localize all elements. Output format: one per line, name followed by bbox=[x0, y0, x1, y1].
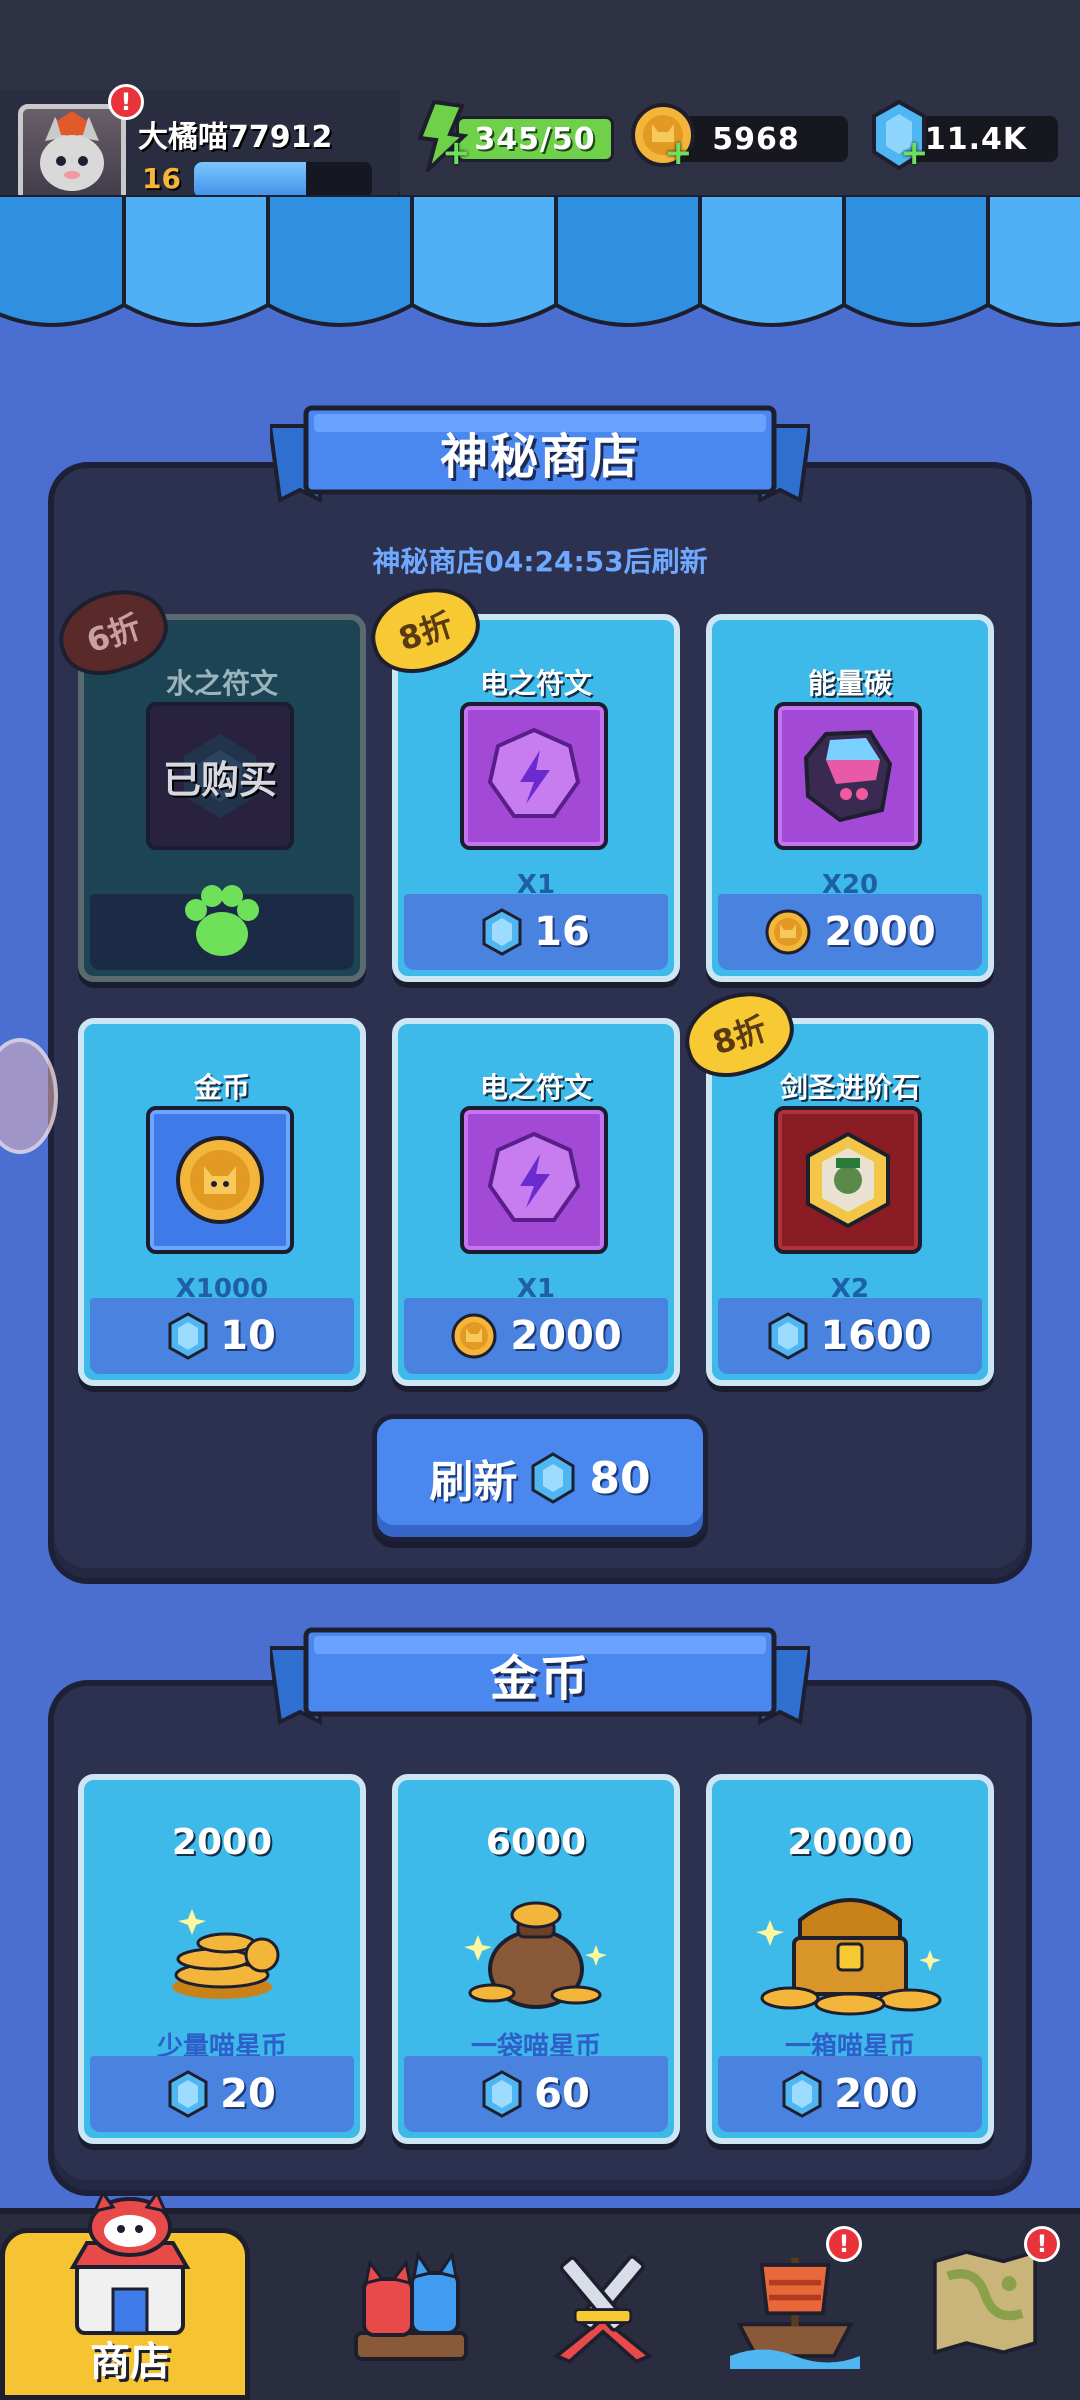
item-price: 10 bbox=[220, 1313, 276, 1359]
add-gems-button[interactable]: + bbox=[900, 136, 929, 170]
shop-item-card[interactable]: 金币 X1000 10 bbox=[78, 1018, 366, 1386]
item-title: 能量碳 bbox=[807, 667, 892, 700]
gem-icon bbox=[482, 2070, 522, 2118]
price-bar: 20 bbox=[90, 2056, 354, 2132]
price-bar: 60 bbox=[404, 2056, 668, 2132]
gem-icon bbox=[782, 2070, 822, 2118]
battle-swords-icon bbox=[552, 2255, 654, 2364]
cats-team-icon bbox=[354, 2251, 468, 2361]
price-bar bbox=[90, 885, 354, 970]
mystery-shop-title: 神秘商店 bbox=[439, 429, 640, 485]
add-coins-button[interactable]: + bbox=[664, 136, 693, 170]
awning-stripe bbox=[122, 195, 270, 327]
item-image-box bbox=[774, 1106, 922, 1254]
awning-stripe bbox=[266, 195, 414, 327]
gem-icon bbox=[768, 1312, 808, 1360]
sold-label: 已购买 bbox=[150, 706, 290, 846]
pirate-ship-alert-badge: ! bbox=[826, 2226, 862, 2262]
shop-item-card[interactable]: 剑圣进阶石 X2 1600 bbox=[706, 1018, 994, 1386]
item-image-box bbox=[460, 1106, 608, 1254]
coin-icon bbox=[451, 1313, 497, 1359]
price-bar: 10 bbox=[90, 1298, 354, 1374]
nav-cats-team-tab[interactable] bbox=[346, 2234, 476, 2374]
energy-carbon-icon bbox=[803, 729, 893, 823]
item-image-box bbox=[146, 1106, 294, 1254]
gem-icon bbox=[482, 908, 522, 956]
item-price: 16 bbox=[534, 909, 590, 955]
awning-stripe bbox=[986, 195, 1080, 327]
player-avatar[interactable] bbox=[18, 104, 126, 208]
refresh-label: 刷新 bbox=[429, 1457, 518, 1508]
pack-art bbox=[84, 1880, 360, 2020]
item-image-box bbox=[460, 702, 608, 850]
coin-pack-card[interactable]: 6000 一袋喵星币 60 bbox=[392, 1774, 680, 2144]
refresh-cost: 80 bbox=[589, 1452, 651, 1504]
map-alert-badge: ! bbox=[1024, 2226, 1060, 2262]
shop-item-card[interactable]: 能量碳 X20 2000 bbox=[706, 614, 994, 982]
gem-icon bbox=[168, 1312, 208, 1360]
coin-icon bbox=[765, 909, 811, 955]
awning-stripe bbox=[554, 195, 702, 327]
gem-icon bbox=[531, 1452, 575, 1504]
xp-bar bbox=[194, 162, 372, 198]
coin-pack-card[interactable]: 20000 一箱喵星币 200 bbox=[706, 1774, 994, 2144]
paw-print-icon bbox=[185, 885, 259, 956]
price-bar: 200 bbox=[718, 2056, 982, 2132]
item-image-box bbox=[774, 702, 922, 850]
coin-pack-price: 60 bbox=[534, 2071, 590, 2117]
shop-awning bbox=[0, 195, 1080, 327]
price-bar: 1600 bbox=[718, 1298, 982, 1374]
player-level: 16 bbox=[142, 162, 181, 195]
pack-art bbox=[398, 1880, 674, 2020]
cat-avatar-icon bbox=[40, 111, 104, 191]
player-name: 大橘喵77912 bbox=[138, 120, 333, 155]
coin-pack-amount: 6000 bbox=[485, 1822, 587, 1863]
item-price: 2000 bbox=[510, 1313, 622, 1359]
coin-pile-icon bbox=[172, 1909, 280, 1999]
lightning-rune-icon bbox=[487, 1131, 581, 1222]
awning-stripe bbox=[842, 195, 990, 327]
add-energy-button[interactable]: + bbox=[442, 136, 471, 170]
gem-icon bbox=[168, 2070, 208, 2118]
awning-stripe bbox=[698, 195, 846, 327]
nav-shop-label: 商店 bbox=[90, 2339, 170, 2385]
xp-bar-fill bbox=[194, 162, 307, 198]
coin-shop-title: 金币 bbox=[489, 1651, 590, 1707]
refresh-timer: 神秘商店04:24:53后刷新 bbox=[372, 545, 708, 578]
item-title: 剑圣进阶石 bbox=[779, 1071, 920, 1104]
refresh-button[interactable]: 刷新 80 bbox=[372, 1414, 708, 1542]
lightning-rune-icon bbox=[487, 727, 581, 818]
coin-pack-amount: 20000 bbox=[787, 1822, 913, 1863]
item-title: 电之符文 bbox=[479, 667, 592, 700]
coin-pack-amount: 2000 bbox=[171, 1822, 273, 1863]
awning-stripe bbox=[410, 195, 558, 327]
item-title: 电之符文 bbox=[479, 1071, 592, 1104]
coin-pack-card[interactable]: 2000 少量喵星币 20 bbox=[78, 1774, 366, 2144]
price-bar: 16 bbox=[404, 894, 668, 970]
item-title: 金币 bbox=[193, 1071, 250, 1104]
price-bar: 2000 bbox=[404, 1298, 668, 1374]
coin-bag-icon bbox=[464, 1901, 607, 2009]
shop-item-card[interactable]: 电之符文 X1 16 bbox=[392, 614, 680, 982]
item-price: 1600 bbox=[820, 1313, 932, 1359]
price-bar: 2000 bbox=[718, 894, 982, 970]
nav-battle-tab[interactable] bbox=[538, 2234, 668, 2374]
coin-pack-price: 200 bbox=[834, 2071, 918, 2117]
swordmaster-stone-icon bbox=[806, 1131, 890, 1229]
item-price: 2000 bbox=[824, 909, 936, 955]
coin-pack-price: 20 bbox=[220, 2071, 276, 2117]
awning-stripe bbox=[0, 195, 126, 327]
pack-art bbox=[712, 1880, 988, 2020]
coin-icon bbox=[176, 1136, 264, 1224]
energy-counter[interactable]: 345/50 bbox=[456, 116, 614, 162]
nav-shop-tab[interactable]: 商店 bbox=[0, 2193, 250, 2400]
treasure-chest-icon bbox=[756, 1898, 942, 2016]
shop-item-card[interactable]: 电之符文 X1 2000 bbox=[392, 1018, 680, 1386]
shop-icon bbox=[69, 2193, 191, 2335]
item-image-box: 已购买 bbox=[146, 702, 294, 850]
